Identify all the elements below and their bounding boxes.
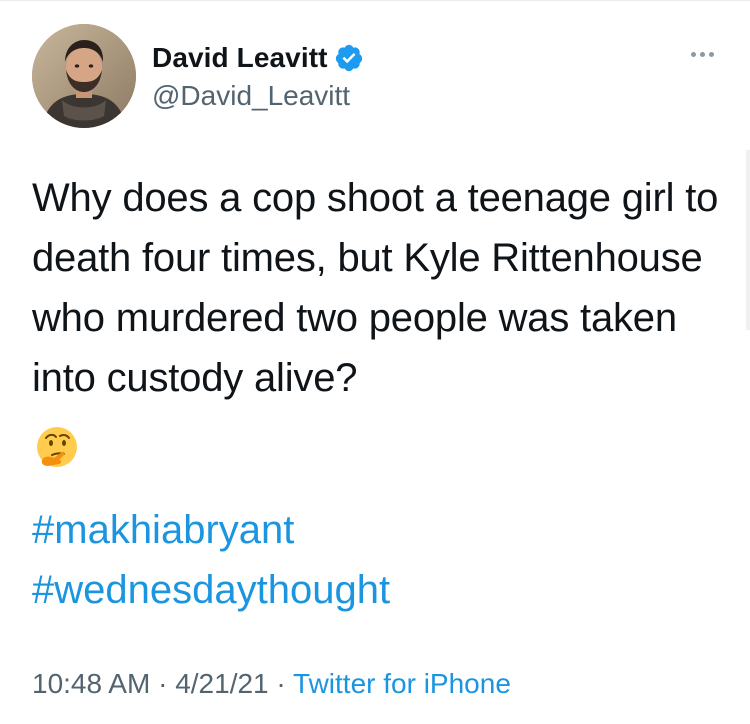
author-block: David Leavitt @David_Leavitt — [152, 40, 364, 112]
tweet-source[interactable]: Twitter for iPhone — [293, 668, 511, 699]
thinking-face-icon — [34, 424, 80, 470]
handle[interactable]: @David_Leavitt — [152, 80, 364, 112]
tweet-time[interactable]: 10:48 AM — [32, 668, 150, 699]
meta-separator: · — [158, 668, 168, 699]
hashtag-link[interactable]: #wednesdaythought — [32, 560, 390, 620]
more-horizontal-icon[interactable] — [691, 52, 714, 57]
hashtags: #makhiabryant #wednesdaythought — [32, 500, 390, 620]
meta-separator: · — [276, 668, 286, 699]
avatar[interactable] — [32, 24, 136, 128]
tweet-date[interactable]: 4/21/21 — [175, 668, 268, 699]
dot — [709, 52, 714, 57]
tweet-card: David Leavitt @David_Leavitt Why does a … — [0, 0, 750, 724]
scrollbar[interactable] — [746, 150, 750, 330]
tweet-text: Why does a cop shoot a teenage girl to d… — [32, 176, 719, 400]
name-row: David Leavitt — [152, 40, 364, 76]
hashtag-link[interactable]: #makhiabryant — [32, 500, 390, 560]
verified-badge-icon — [334, 43, 364, 73]
dot — [691, 52, 696, 57]
avatar-image — [32, 24, 136, 128]
tweet-meta: 10:48 AM · 4/21/21 · Twitter for iPhone — [32, 668, 511, 700]
display-name[interactable]: David Leavitt — [152, 42, 328, 74]
dot — [700, 52, 705, 57]
